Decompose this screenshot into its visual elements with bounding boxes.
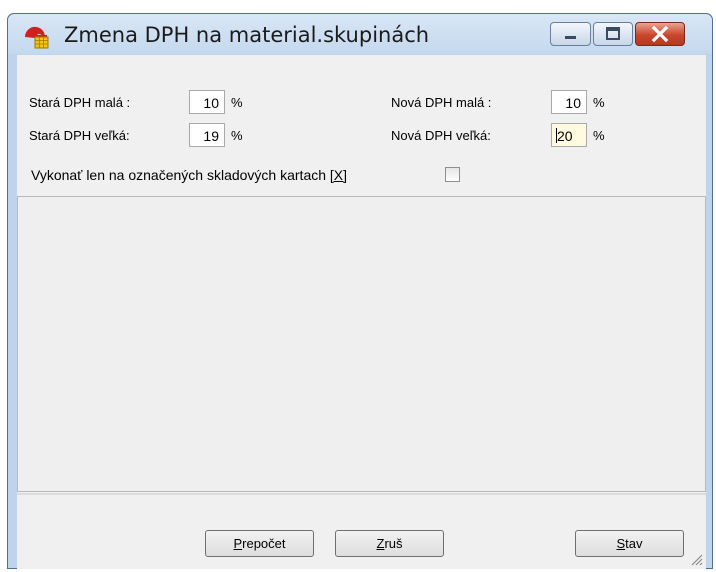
minimize-button[interactable] (550, 22, 591, 46)
new-small-percent: % (593, 95, 605, 110)
app-logo-icon (24, 26, 49, 49)
only-marked-label: Vykonať len na označených skladových kar… (31, 167, 347, 183)
cancel-label: ruš (384, 536, 403, 551)
only-marked-text: Vykonať len na označených skladových kar… (31, 167, 327, 183)
dialog-body: Stará DPH malá : 10 % Nová DPH malá : 10… (17, 55, 706, 569)
only-marked-checkbox[interactable] (445, 167, 460, 182)
close-button[interactable] (635, 22, 685, 46)
old-big-percent: % (231, 128, 243, 143)
old-small-vat-label: Stará DPH malá : (29, 95, 131, 110)
close-icon (651, 25, 669, 43)
recalculate-mnemonic: P (233, 536, 243, 551)
old-big-vat-label: Stará DPH veľká: (29, 128, 130, 143)
new-big-vat-input[interactable]: 20 (551, 123, 587, 147)
new-big-vat-label: Nová DPH veľká: (391, 128, 491, 143)
recalculate-button[interactable]: Prepočet (205, 530, 314, 557)
cancel-button[interactable]: Zruš (335, 530, 444, 557)
app-window: Zmena DPH na material.skupinách Stará DP… (7, 13, 713, 569)
window-title: Zmena DPH na material.skupinách (64, 23, 430, 47)
divider (17, 493, 706, 495)
maximize-icon (606, 27, 620, 40)
new-small-vat-label: Nová DPH malá : (391, 95, 492, 110)
minimize-icon (565, 36, 576, 39)
only-marked-shortcut: [X] (329, 167, 348, 183)
resize-grip-icon[interactable] (689, 552, 703, 566)
recalculate-label: repočet (242, 536, 286, 551)
old-small-percent: % (231, 95, 243, 110)
status-label: tav (625, 536, 643, 551)
title-bar[interactable]: Zmena DPH na material.skupinách (8, 14, 712, 54)
new-small-vat-input[interactable]: 10 (551, 90, 587, 114)
maximize-button[interactable] (593, 22, 633, 46)
content-panel (17, 196, 706, 492)
status-mnemonic: S (616, 536, 626, 551)
new-big-vat-value: 20 (557, 128, 573, 144)
old-small-vat-input[interactable]: 10 (189, 90, 225, 114)
new-big-percent: % (593, 128, 605, 143)
old-big-vat-input[interactable]: 19 (189, 123, 225, 147)
status-button[interactable]: Stav (575, 530, 684, 557)
